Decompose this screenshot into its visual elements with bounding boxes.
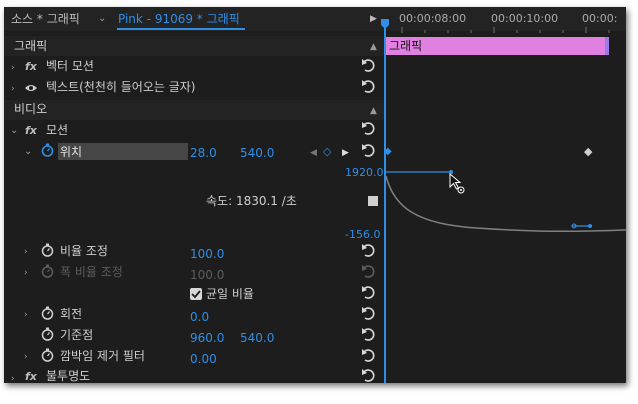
uniform-scale-label: 균일 비율 [206, 287, 254, 301]
graphic-section-header [4, 36, 384, 56]
active-tab-underline [117, 28, 245, 30]
clip-end-handle[interactable] [605, 37, 609, 55]
checkmark-icon [191, 290, 201, 299]
fx-vector-motion-icon: fx [25, 60, 37, 73]
rotation-value[interactable]: 0.0 [190, 309, 209, 325]
scale-width-label: 폭 비율 조정 [60, 265, 123, 279]
graphic-section-title: 그래픽 [14, 39, 48, 53]
rotation-stopwatch-icon[interactable] [41, 306, 54, 320]
collapse-video-icon[interactable]: ▲ [370, 105, 377, 117]
position-label: 위치 [60, 145, 83, 159]
scale-width-value: 100.0 [190, 268, 225, 282]
expand-text-icon[interactable]: › [11, 83, 15, 95]
motion-label: 모션 [46, 123, 69, 137]
anchor-label: 기준점 [60, 328, 94, 342]
uniform-scale-checkbox[interactable] [190, 288, 202, 300]
velocity-label: 속도: 1830.1 /초 [206, 194, 297, 208]
tab-dropdown-icon[interactable]: ⌄ [98, 11, 106, 27]
timeline-toggle-arrow-icon[interactable]: ▶ [370, 13, 377, 25]
scale-stopwatch-icon[interactable] [41, 243, 54, 257]
effect-controls-panel: 소스 * 그래픽 ⌄ Pink - 91069 * 그래픽 ▶ 00:00:08… [4, 7, 626, 383]
flicker-label: 깜박임 제거 필터 [60, 349, 145, 363]
next-keyframe-icon[interactable]: ▶ [342, 147, 349, 159]
timeline-ruler-ticks [401, 27, 610, 33]
reset-uniform-scale-icon[interactable] [361, 285, 377, 301]
opacity-label: 불투명도 [46, 369, 91, 383]
reset-scale-icon[interactable] [361, 243, 377, 259]
fx-motion-icon: fx [25, 124, 37, 137]
fx-opacity-icon: fx [25, 370, 37, 383]
anchor-stopwatch-icon[interactable] [41, 327, 54, 341]
graphic-clip-label: 그래픽 [389, 39, 423, 53]
reset-vector-motion-icon[interactable] [361, 58, 377, 74]
reset-scale-width-icon [362, 265, 375, 278]
prev-keyframe-icon[interactable]: ◀ [310, 147, 317, 159]
mouse-cursor-icon [449, 173, 465, 194]
reset-flicker-icon[interactable] [361, 348, 377, 364]
velocity-graph[interactable] [386, 162, 626, 242]
reset-position-icon[interactable] [361, 143, 377, 159]
expand-vector-motion-icon[interactable]: › [11, 62, 15, 74]
graph-toggle-checkbox[interactable] [368, 196, 378, 206]
collapse-position-icon[interactable]: ⌄ [24, 146, 32, 158]
anchor-x-value[interactable]: 960.0 [190, 330, 224, 346]
tab-source[interactable]: 소스 * 그래픽 [11, 11, 80, 27]
position-stopwatch-icon[interactable] [41, 143, 54, 157]
scale-label: 비율 조정 [60, 244, 108, 258]
position-x-value[interactable]: 28.0 [190, 145, 217, 161]
graph-top-value: 1920.0 [345, 166, 384, 179]
scale-value[interactable]: 100.0 [190, 246, 224, 262]
reset-motion-icon[interactable] [361, 121, 377, 137]
vector-motion-label: 벡터 모션 [46, 59, 94, 73]
anchor-y-value[interactable]: 540.0 [240, 330, 274, 346]
collapse-motion-icon[interactable]: ⌄ [10, 125, 18, 137]
expand-opacity-icon[interactable]: › [11, 373, 15, 383]
reset-rotation-icon[interactable] [361, 306, 377, 322]
flicker-value[interactable]: 0.00 [190, 351, 217, 367]
expand-scale-icon[interactable]: › [24, 246, 28, 258]
eye-icon[interactable] [24, 83, 38, 93]
video-section-title: 비디오 [14, 102, 48, 116]
reset-text-icon[interactable] [361, 79, 377, 95]
expand-rotation-icon[interactable]: › [24, 309, 28, 321]
collapse-graphic-icon[interactable]: ▲ [370, 41, 377, 53]
reset-anchor-icon[interactable] [361, 327, 377, 343]
video-section-header [4, 100, 384, 120]
flicker-stopwatch-icon[interactable] [41, 348, 54, 362]
text-layer-label: 텍스트(천천히 들어오는 글자) [46, 80, 196, 94]
keyframe-end-icon[interactable]: ◆ [584, 144, 592, 160]
expand-scale-width-icon: › [24, 268, 28, 278]
playhead-handle-icon[interactable] [381, 19, 389, 29]
expand-flicker-icon[interactable]: › [24, 351, 28, 363]
rotation-label: 회전 [60, 307, 83, 321]
keyframe-start-icon[interactable]: ◆ [384, 144, 392, 160]
graph-bottom-value: -156.0 [345, 228, 381, 241]
tab-sequence[interactable]: Pink - 91069 * 그래픽 [118, 11, 240, 27]
position-y-value[interactable]: 540.0 [240, 145, 274, 161]
scale-width-stopwatch-icon [41, 264, 54, 278]
add-keyframe-icon[interactable]: ◇ [323, 144, 331, 160]
reset-opacity-icon[interactable] [361, 368, 377, 383]
